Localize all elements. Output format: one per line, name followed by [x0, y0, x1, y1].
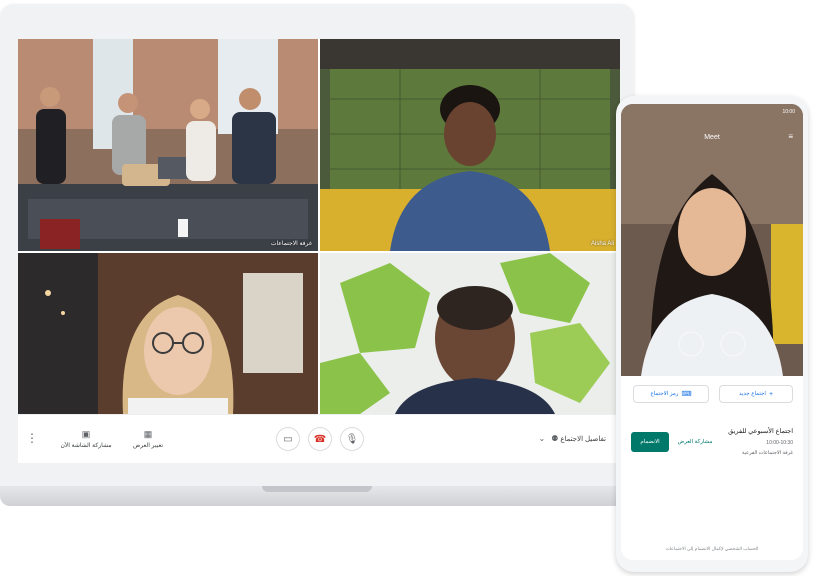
phone-status-time: 10:00	[782, 109, 795, 115]
chevron-down-icon: ⌄	[538, 434, 546, 443]
laptop-screen: غرفة الاجتماعات Aisha Ali ⋮ ▣ مشاركة الش…	[18, 39, 620, 463]
change-layout-button[interactable]: ▦ تغيير العرض	[126, 429, 170, 449]
menu-icon[interactable]: ≡	[788, 132, 793, 141]
present-meeting-button[interactable]: مشاركة العرض	[675, 435, 715, 449]
video-tile-man-smiling[interactable]	[320, 253, 620, 414]
join-with-code-button[interactable]: ⌨ رمز الاجتماع	[633, 385, 709, 403]
join-with-code-label: رمز الاجتماع	[650, 391, 679, 397]
camera-icon: ▭	[283, 433, 293, 445]
meeting-details-button[interactable]: تفاصيل الاجتماع ⚉ ⌄	[535, 434, 606, 443]
phone-screen: 10:00 Meet ≡ + اجتماع جديد ⌨ رمز الاجتما…	[621, 104, 803, 560]
video-tile-woman-glasses[interactable]	[18, 253, 318, 414]
woman-video-image	[18, 253, 318, 414]
camera-toggle-button[interactable]: ▭	[276, 427, 300, 451]
plus-icon: +	[768, 390, 774, 398]
layout-grid-icon: ▦	[143, 429, 153, 439]
phone-app-title: Meet	[704, 134, 720, 141]
meeting-room: غرفة الاجتماعات الفرعية	[741, 450, 793, 456]
tile-label: غرفة الاجتماعات	[270, 241, 312, 247]
laptop-notch	[262, 486, 372, 492]
speaker-video-image	[320, 39, 620, 251]
present-now-label: مشاركة الشاشة الآن	[60, 443, 112, 449]
meeting-control-bar: ⋮ ▣ مشاركة الشاشة الآن ▦ تغيير العرض ▭ ☎…	[18, 414, 620, 463]
people-icon: ⚉	[551, 434, 559, 443]
phone-footer-note: الحساب الشخصي لإكمال الانضمام إلى الاجتم…	[665, 546, 759, 551]
join-meeting-button[interactable]: الانضمام	[631, 432, 669, 452]
new-meeting-button[interactable]: + اجتماع جديد	[719, 385, 793, 403]
keyboard-icon: ⌨	[681, 391, 692, 398]
tile-label: Aisha Ali	[590, 241, 614, 247]
more-options-icon[interactable]: ⋮	[26, 431, 38, 445]
phone-hangup-icon: ☎	[313, 433, 327, 445]
microphone-icon: 🎙	[345, 433, 359, 445]
phone-video-image	[621, 104, 803, 376]
meeting-details-label: تفاصيل الاجتماع	[560, 436, 606, 443]
video-tile-group[interactable]: غرفة الاجتماعات	[18, 39, 318, 251]
video-tile-speaker[interactable]: Aisha Ali	[320, 39, 620, 251]
new-meeting-label: اجتماع جديد	[738, 391, 766, 397]
end-call-button[interactable]: ☎	[308, 427, 332, 451]
mic-toggle-button[interactable]: 🎙	[340, 427, 364, 451]
meeting-name: اجتماع الأسبوعي للفريق	[728, 428, 793, 435]
meeting-time: 10:00-10:30	[766, 440, 793, 446]
phone-device: 10:00 Meet ≡ + اجتماع جديد ⌨ رمز الاجتما…	[616, 96, 808, 572]
change-layout-label: تغيير العرض	[132, 443, 164, 449]
group-video-image	[18, 39, 318, 251]
man-video-image	[320, 253, 620, 414]
present-screen-icon: ▣	[81, 429, 91, 439]
present-now-button[interactable]: ▣ مشاركة الشاشة الآن	[56, 429, 116, 449]
